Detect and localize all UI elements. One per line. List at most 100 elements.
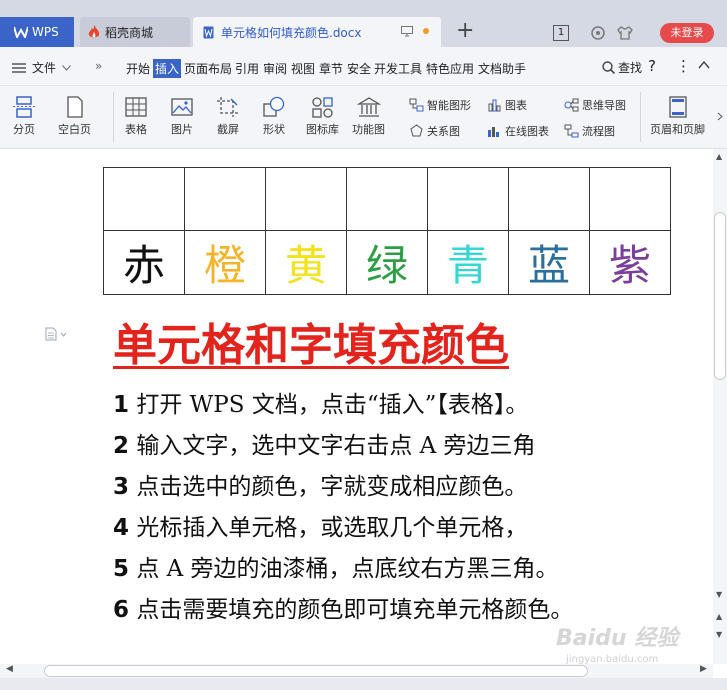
search-button[interactable]: 查找 xyxy=(602,59,642,76)
step-line[interactable]: 4 光标插入单元格，或选取几个单元格， xyxy=(113,508,527,542)
function-chart-label: 功能图 xyxy=(352,123,385,136)
tab-home[interactable]: 开始 xyxy=(126,60,150,77)
table-cell[interactable] xyxy=(103,167,185,231)
skin-icon[interactable] xyxy=(590,25,606,41)
table-cell[interactable] xyxy=(265,167,347,231)
function-chart-icon xyxy=(356,97,381,117)
header-footer-button[interactable]: 页眉和页脚 xyxy=(650,96,705,137)
scroll-down-icon[interactable]: ▼ xyxy=(716,590,722,599)
relation-chart-button[interactable]: 关系图 xyxy=(409,123,460,139)
flowchart-button[interactable]: 流程图 xyxy=(564,123,615,139)
tab-review[interactable]: 审阅 xyxy=(263,60,287,77)
table-row xyxy=(103,167,671,231)
window-count-badge[interactable]: 1 xyxy=(553,25,569,41)
table-row: 赤 橙 黄 绿 青 蓝 紫 xyxy=(103,230,671,295)
blank-page-button[interactable]: 空白页 xyxy=(58,96,91,137)
table-cell[interactable] xyxy=(508,167,590,231)
table-cell-char[interactable]: 橙 xyxy=(184,230,266,295)
shape-button[interactable]: 形状 xyxy=(262,96,286,137)
vertical-scroll-thumb[interactable] xyxy=(714,212,726,380)
file-menu[interactable]: 文件 xyxy=(12,59,71,76)
page-break-button[interactable]: 分页 xyxy=(12,96,36,137)
login-button[interactable]: 未登录 xyxy=(660,23,714,43)
tab-page-layout[interactable]: 页面布局 xyxy=(184,60,232,77)
chart-button[interactable]: 图表 xyxy=(487,97,527,113)
step-text: 光标插入单元格，或选取几个单元格， xyxy=(129,515,528,541)
scroll-right-icon[interactable]: ▶ xyxy=(700,664,707,674)
step-line[interactable]: 5 点 A 旁边的油漆桶，点底纹右方黑三角。 xyxy=(113,549,559,583)
table-cell[interactable] xyxy=(589,167,671,231)
table-cell-char[interactable]: 赤 xyxy=(103,230,185,295)
document-heading[interactable]: 单元格和字填充颜色 xyxy=(113,309,509,373)
screenshot-button[interactable]: 截屏 xyxy=(216,96,240,137)
table-cell-char[interactable]: 绿 xyxy=(346,230,428,295)
tab-sections[interactable]: 章节 xyxy=(319,60,343,77)
horizontal-scroll-thumb[interactable] xyxy=(44,665,588,677)
step-number: 6 xyxy=(113,597,130,623)
online-chart-label: 在线图表 xyxy=(505,125,549,138)
tab-view[interactable]: 视图 xyxy=(291,60,315,77)
table-cell-char[interactable]: 黄 xyxy=(265,230,347,295)
smart-graphic-label: 智能图形 xyxy=(427,99,471,112)
smart-graphic-button[interactable]: 智能图形 xyxy=(409,97,471,113)
header-footer-label: 页眉和页脚 xyxy=(650,123,705,136)
table-cell[interactable] xyxy=(427,167,509,231)
paragraph-options-icon[interactable] xyxy=(44,327,70,341)
title-bar: WPS 稻壳商城 单元格如何填充颜色.docx + 1 未登录 xyxy=(0,0,727,47)
next-page-icon[interactable]: ▼ xyxy=(716,630,722,639)
new-tab-button[interactable]: + xyxy=(456,20,474,42)
blank-page-label: 空白页 xyxy=(58,123,91,136)
help-button[interactable]: ? xyxy=(648,57,656,75)
table-button[interactable]: 表格 xyxy=(124,96,148,137)
icon-library-label: 图标库 xyxy=(306,123,339,136)
step-line[interactable]: 3 点击选中的颜色，字就变成相应颜色。 xyxy=(113,467,527,501)
more-tabs-button[interactable]: » xyxy=(95,59,102,73)
tab-developer[interactable]: 开发工具 xyxy=(374,60,422,77)
shirt-icon[interactable] xyxy=(617,25,633,41)
prev-page-icon[interactable]: ▲ xyxy=(716,612,722,621)
table-cell-char[interactable]: 紫 xyxy=(589,230,671,295)
table-cell[interactable] xyxy=(184,167,266,231)
search-icon xyxy=(602,61,615,74)
tab-doc-assistant[interactable]: 文档助手 xyxy=(478,60,526,77)
step-line[interactable]: 2 输入文字，选中文字右击点 A 旁边三角 xyxy=(113,426,536,460)
icon-library-button[interactable]: 图标库 xyxy=(306,96,339,137)
picture-icon xyxy=(171,98,193,116)
step-line[interactable]: 1 打开 WPS 文档，点击“插入”【表格】。 xyxy=(113,385,528,419)
table-cell[interactable] xyxy=(346,167,428,231)
function-chart-button[interactable]: 功能图 xyxy=(352,96,385,137)
online-chart-button[interactable]: 在线图表 xyxy=(487,123,549,139)
step-text: 点击选中的颜色，字就变成相应颜色。 xyxy=(129,474,528,500)
step-line[interactable]: 6 点击需要填充的颜色即可填充单元格颜色。 xyxy=(113,590,573,624)
table-cell-char[interactable]: 青 xyxy=(427,230,509,295)
menu-bar: 文件 » 开始 插入 页面布局 引用 审阅 视图 章节 安全 开发工具 特色应用… xyxy=(0,47,727,86)
step-number: 2 xyxy=(113,433,130,459)
step-text: 点击需要填充的颜色即可填充单元格颜色。 xyxy=(129,597,574,623)
document-page[interactable]: 赤 橙 黄 绿 青 蓝 紫 单元格和字填充颜色 1 打开 WPS 文档，点击“插… xyxy=(0,149,713,664)
tab-docer-store-label: 稻壳商城 xyxy=(105,25,154,40)
search-label: 查找 xyxy=(618,61,643,75)
smart-graphic-icon xyxy=(409,98,424,112)
ribbon-scroll-right-icon[interactable] xyxy=(717,112,723,121)
shape-icon xyxy=(263,96,285,117)
more-menu-button[interactable]: ⋮ xyxy=(676,57,691,75)
tab-wps-label: WPS xyxy=(32,25,59,39)
tab-document[interactable]: 单元格如何填充颜色.docx xyxy=(193,17,441,47)
tab-insert[interactable]: 插入 xyxy=(153,59,182,78)
tab-references[interactable]: 引用 xyxy=(235,60,259,77)
monitor-icon[interactable] xyxy=(401,26,413,37)
tab-docer-store[interactable]: 稻壳商城 xyxy=(80,17,190,47)
tab-security[interactable]: 安全 xyxy=(347,60,371,77)
tab-wps-home[interactable]: WPS xyxy=(0,17,74,47)
icon-library-icon xyxy=(311,97,333,118)
scroll-left-icon[interactable]: ◀ xyxy=(6,664,13,674)
scroll-up-icon[interactable]: ▲ xyxy=(716,152,722,161)
color-table[interactable]: 赤 橙 黄 绿 青 蓝 紫 xyxy=(103,167,671,295)
collapse-ribbon-icon[interactable] xyxy=(698,61,710,69)
picture-label: 图片 xyxy=(171,123,193,136)
tab-features[interactable]: 特色应用 xyxy=(426,60,474,77)
table-cell-char[interactable]: 蓝 xyxy=(508,230,590,295)
mind-map-icon xyxy=(564,98,579,112)
mind-map-button[interactable]: 思维导图 xyxy=(564,97,626,113)
picture-button[interactable]: 图片 xyxy=(170,96,194,137)
